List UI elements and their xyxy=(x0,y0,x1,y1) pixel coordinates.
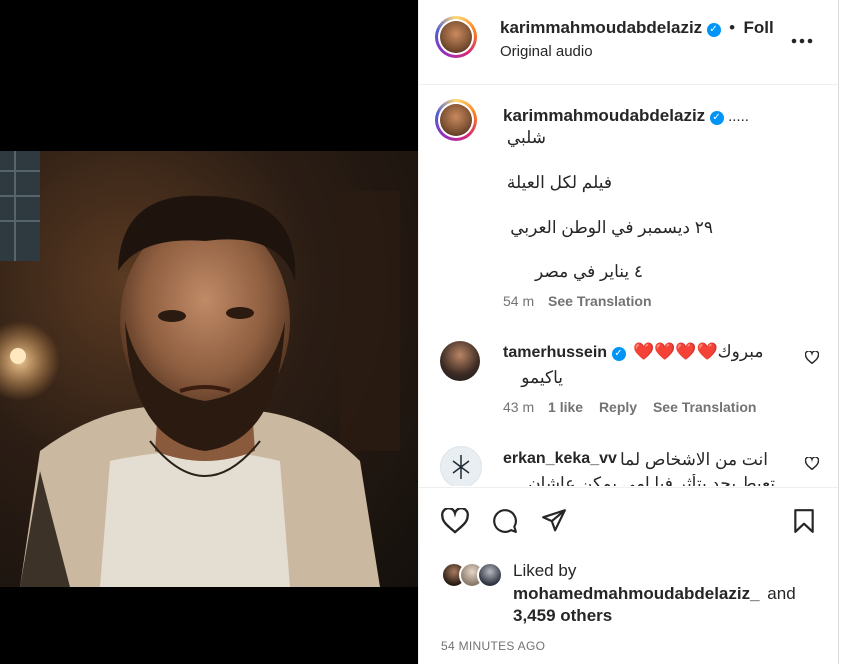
post-actions-bar xyxy=(419,487,839,548)
more-horizontal-icon[interactable] xyxy=(791,24,813,50)
comment-text: ياكيمو xyxy=(521,368,563,387)
post-timestamp[interactable]: 54 MINUTES AGO xyxy=(441,639,545,653)
header-dot: • xyxy=(729,18,736,37)
caption-line: ٤ يناير في مصر xyxy=(535,262,643,281)
comment-text: مبروك❤️❤️❤️❤️ xyxy=(633,342,764,361)
see-translation-link[interactable]: See Translation xyxy=(653,399,756,415)
commenter-avatar[interactable] xyxy=(440,446,482,486)
follow-button[interactable]: Foll xyxy=(743,18,773,37)
avatar-image xyxy=(440,104,472,136)
caption-line: شلبي xyxy=(506,128,546,147)
caption-ellipsis: ..... xyxy=(728,108,749,125)
post-details-panel: karimmahmoudabdelaziz ✓ • Foll Original … xyxy=(418,0,839,664)
audio-label[interactable]: Original audio xyxy=(500,43,593,60)
verified-badge-icon: ✓ xyxy=(611,347,626,361)
author-avatar[interactable] xyxy=(435,16,477,58)
verified-badge-icon: ✓ xyxy=(709,111,724,125)
liked-by-user[interactable]: mohamedmahmoudabdelaziz_ xyxy=(513,584,760,603)
reply-button[interactable]: Reply xyxy=(599,399,637,415)
video-frame[interactable] xyxy=(0,151,418,587)
bookmark-icon[interactable] xyxy=(793,508,815,539)
avatar-image xyxy=(440,21,472,53)
comment-heart-icon[interactable] xyxy=(804,350,820,369)
commenter-avatar[interactable] xyxy=(440,341,480,381)
commenter-username[interactable]: erkan_keka_vv xyxy=(503,450,617,467)
post-media[interactable] xyxy=(0,0,418,664)
liked-by-prefix: Liked by xyxy=(513,561,577,580)
heart-icon[interactable] xyxy=(441,507,469,539)
comment-icon[interactable] xyxy=(492,508,518,539)
caption-line: فيلم لكل العيلة xyxy=(506,173,612,192)
caption-line: ٢٩ ديسمبر في الوطن العربي xyxy=(510,218,713,237)
comment-time[interactable]: 43 m xyxy=(503,399,534,415)
window-edge xyxy=(838,0,842,664)
liked-by-and: and xyxy=(767,584,796,603)
comment-heart-icon[interactable] xyxy=(804,456,820,475)
likes-count-link[interactable]: 3,459 others xyxy=(513,606,612,626)
liker-avatar[interactable] xyxy=(477,562,503,588)
share-icon[interactable] xyxy=(541,508,567,537)
caption-author-avatar[interactable] xyxy=(435,99,477,141)
comment-text: تعيط بحد يتأثر فيا امي يمكن عاشان xyxy=(528,474,775,486)
caption-time[interactable]: 54 m xyxy=(503,293,534,309)
verified-badge-icon: ✓ xyxy=(706,23,721,37)
commenter-username[interactable]: tamerhussein xyxy=(503,344,607,361)
see-translation-link[interactable]: See Translation xyxy=(548,293,651,309)
comment-text: انت من الاشخاص لما xyxy=(620,450,768,469)
post-header: karimmahmoudabdelaziz ✓ • Foll Original … xyxy=(419,0,839,85)
caption-username[interactable]: karimmahmoudabdelaziz xyxy=(503,106,705,125)
comments-scroll-area[interactable]: karimmahmoudabdelaziz ✓ ..... شلبي فيلم … xyxy=(419,84,839,486)
author-username[interactable]: karimmahmoudabdelaziz xyxy=(500,18,702,37)
comment-likes-count[interactable]: 1 like xyxy=(548,399,583,415)
